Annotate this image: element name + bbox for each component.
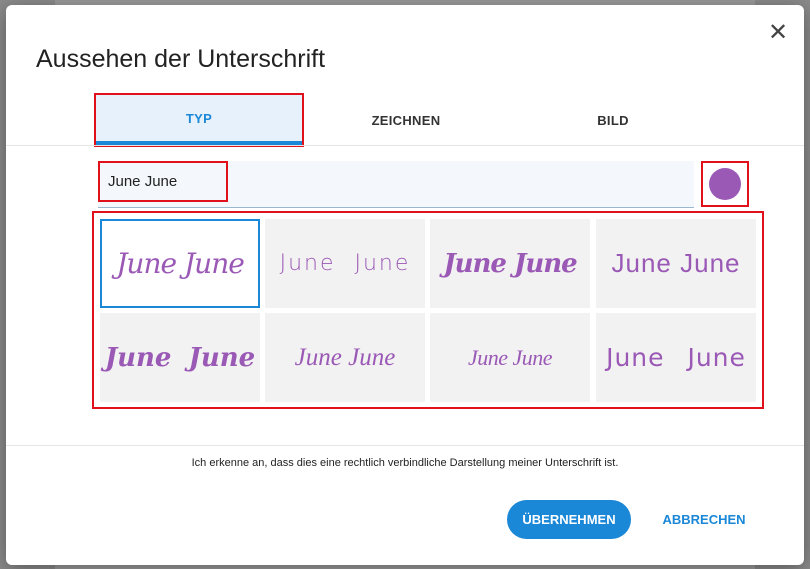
signature-name-input[interactable]: June June (98, 161, 228, 202)
tab-draw[interactable]: ZEICHNEN (303, 95, 509, 145)
dialog-title: Aussehen der Unterschrift (36, 45, 326, 73)
signature-style-option[interactable]: June June (596, 313, 756, 402)
color-picker[interactable] (701, 161, 749, 207)
signature-style-option[interactable]: June June (430, 313, 590, 402)
cancel-button[interactable]: ABBRECHEN (656, 500, 752, 539)
signature-style-grid: June June June June June June June June … (92, 211, 764, 409)
tab-type[interactable]: TYP (94, 93, 304, 147)
tab-bar: TYP ZEICHNEN BILD (94, 93, 716, 147)
tab-image[interactable]: BILD (510, 95, 716, 145)
close-icon[interactable]: ✕ (766, 21, 790, 45)
consent-text: Ich erkenne an, dass dies eine rechtlich… (191, 457, 619, 469)
apply-button[interactable]: ÜBERNEHMEN (507, 500, 631, 539)
footer-divider (6, 445, 804, 446)
signature-appearance-dialog: ✕ Aussehen der Unterschrift TYP ZEICHNEN… (6, 5, 804, 565)
signature-style-option[interactable]: June June (265, 219, 425, 308)
signature-style-option[interactable]: June June (100, 313, 260, 402)
signature-style-option[interactable]: June June (596, 219, 756, 308)
signature-style-option[interactable]: June June (430, 219, 590, 308)
signature-style-option[interactable]: June June (265, 313, 425, 402)
signature-name-field[interactable]: June June (98, 161, 694, 208)
signature-style-option[interactable]: June June (100, 219, 260, 308)
tab-divider (6, 145, 804, 146)
color-swatch-icon[interactable] (709, 168, 741, 200)
